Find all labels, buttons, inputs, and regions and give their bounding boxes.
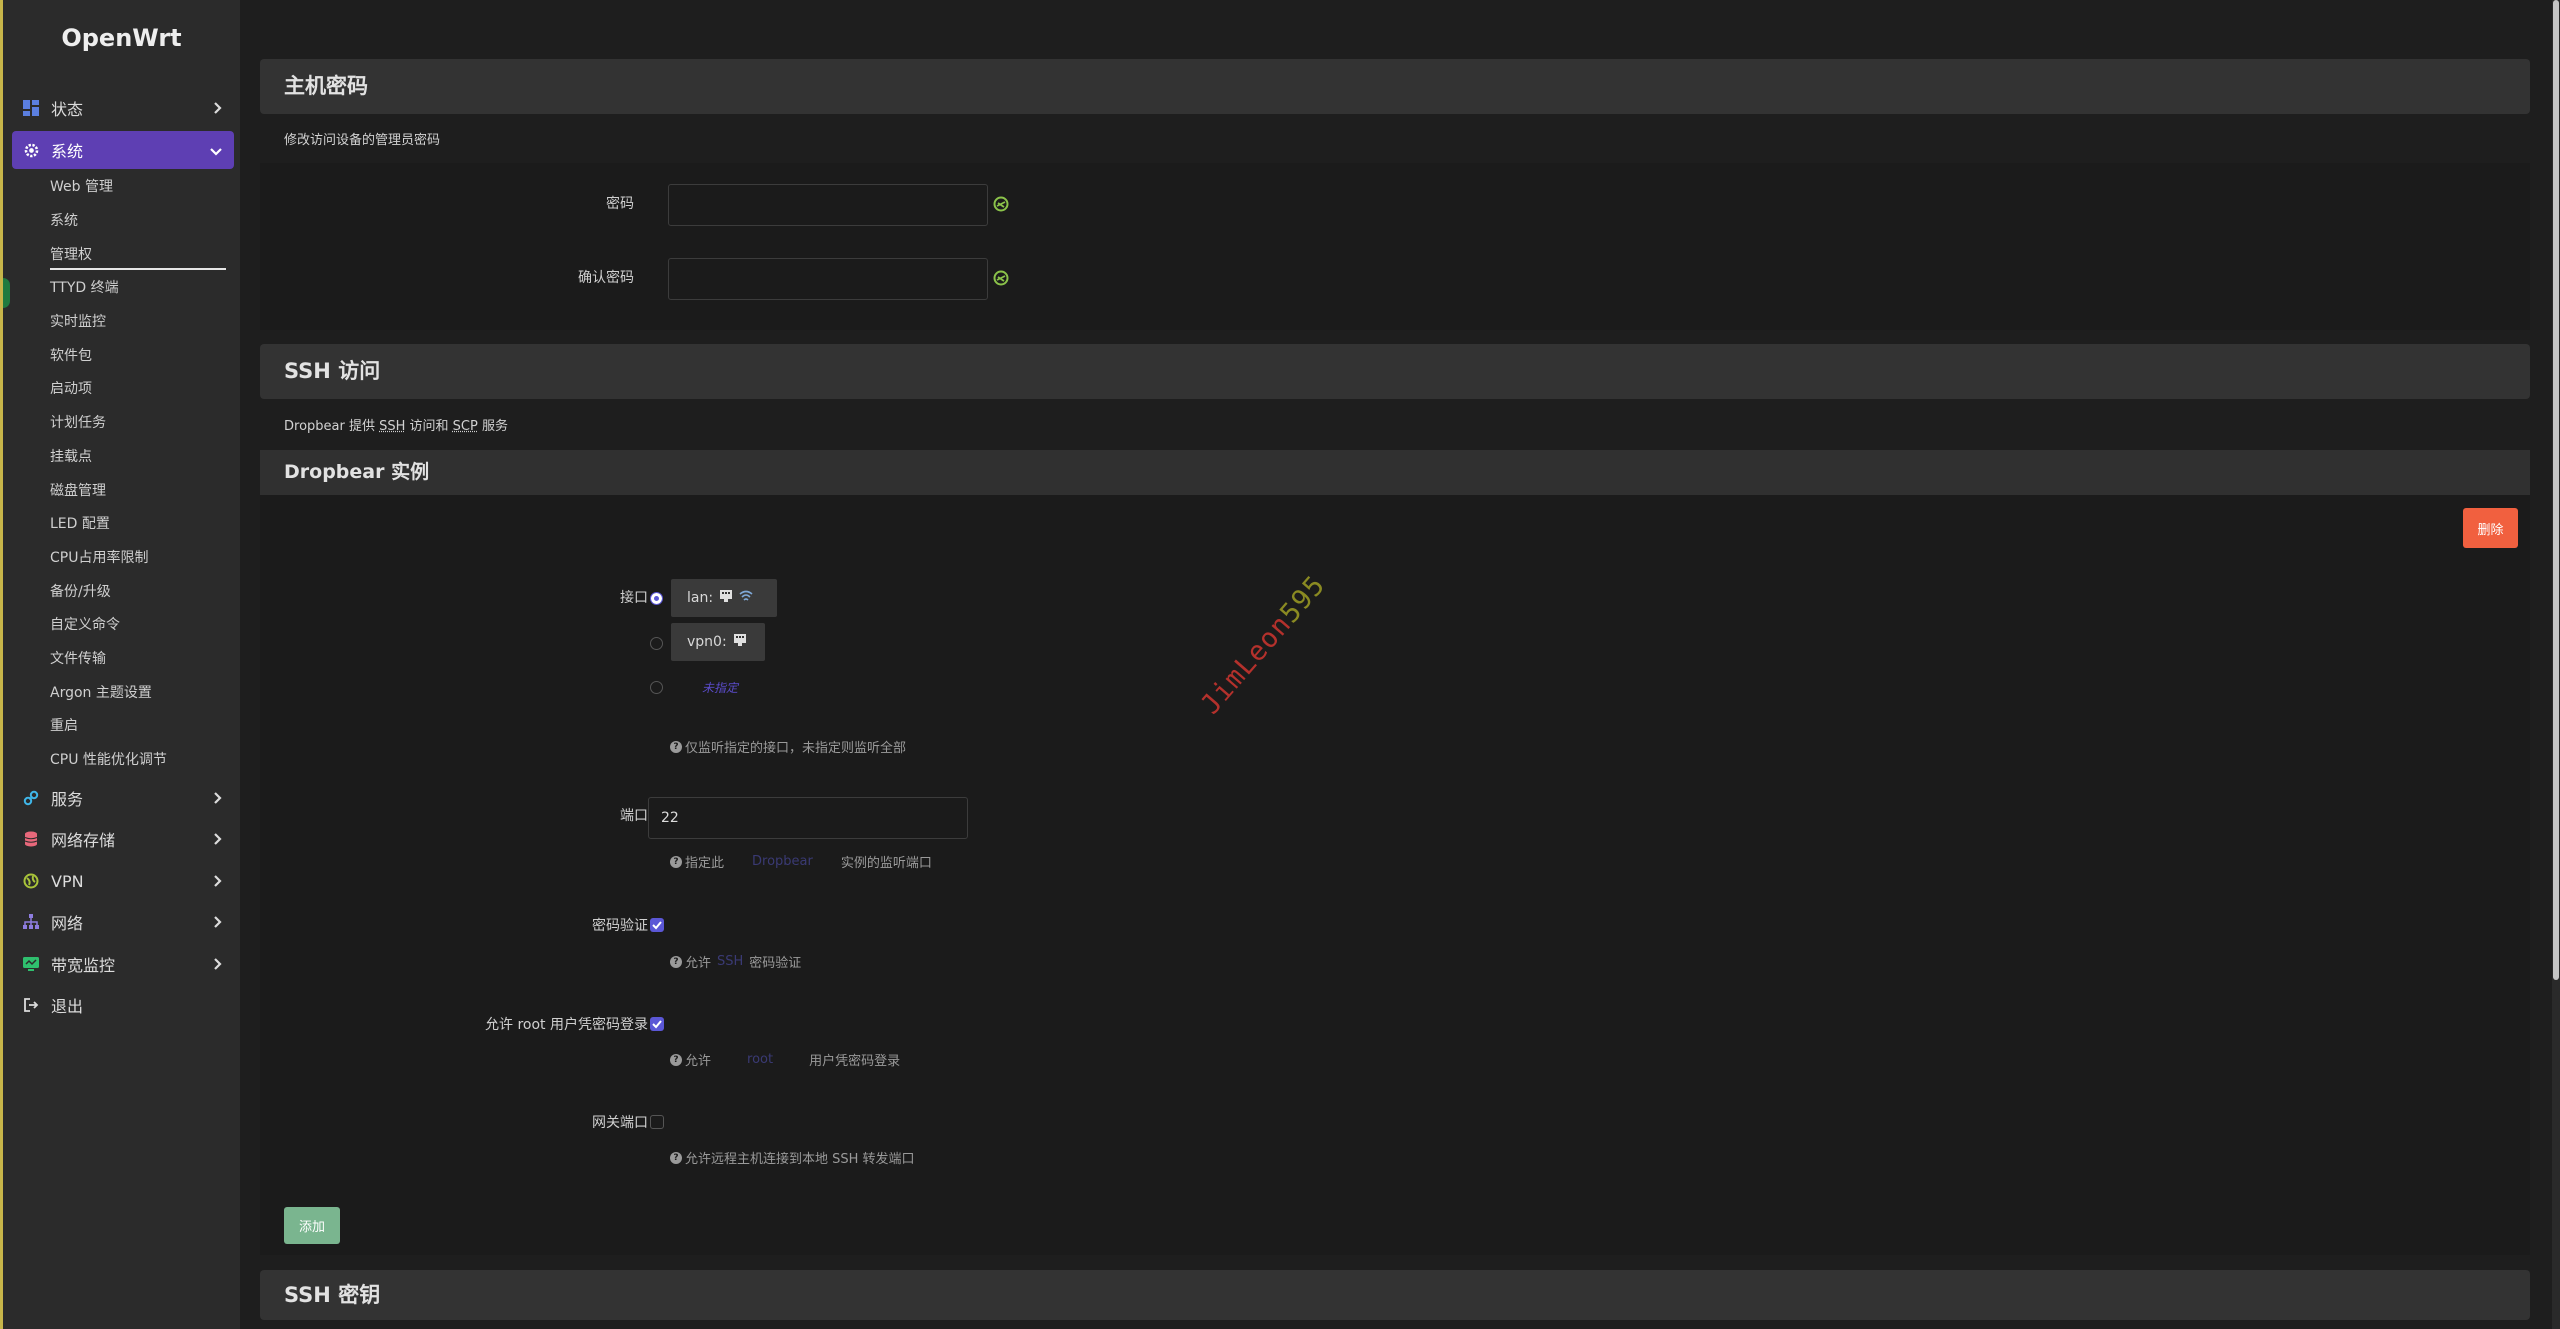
sidebar-subitem-cpufreq[interactable]: CPU 性能优化调节 xyxy=(50,747,226,773)
port-input[interactable] xyxy=(648,797,968,839)
sidebar-subitem-crontab[interactable]: 计划任务 xyxy=(50,410,226,436)
section-title-ssh-access: SSH 访问 xyxy=(260,344,2530,399)
password-auth-label: 密码验证 xyxy=(592,918,648,934)
reveal-confirm-password-icon[interactable] xyxy=(993,270,1009,290)
globe-icon xyxy=(21,873,41,889)
chevron-right-icon xyxy=(213,914,223,933)
gateway-ports-help: ? 允许远程主机连接到本地 SSH 转发端口 xyxy=(670,1148,915,1167)
sidebar-subitem-led[interactable]: LED 配置 xyxy=(50,511,226,537)
root-login-label: 允许 root 用户凭密码登录 xyxy=(485,1017,648,1033)
wifi-icon xyxy=(739,589,753,607)
interface-radio-lan[interactable] xyxy=(650,592,663,605)
gateway-ports-label: 网关端口 xyxy=(592,1115,648,1131)
interface-option-vpn0[interactable]: vpn0: xyxy=(671,623,765,661)
password-auth-help: ? 允许 SSH 密码验证 xyxy=(670,952,801,971)
root-login-help: ? 允许 root 用户凭密码登录 xyxy=(670,1050,900,1069)
delete-button[interactable]: 删除 xyxy=(2463,508,2518,548)
interface-label: 接口 xyxy=(620,590,648,606)
dropbear-instance-title: Dropbear 实例 xyxy=(260,450,2530,495)
dropbear-panel: 删除 接口 lan: vpn0: 未指定 ? 仅监听指定的接口，未指定则监听全部 … xyxy=(260,495,2530,1255)
interface-help: ? 仅监听指定的接口，未指定则监听全部 xyxy=(670,737,906,756)
sidebar-item-label: 带宽监控 xyxy=(51,956,116,975)
section-title-ssh-keys: SSH 密钥 xyxy=(260,1270,2530,1320)
root-login-checkbox[interactable] xyxy=(650,1017,664,1031)
sidebar-toggle-handle[interactable] xyxy=(3,278,10,308)
sidebar-item-status[interactable]: 状态 xyxy=(12,89,234,127)
sidebar-subitem-startup[interactable]: 启动项 xyxy=(50,376,226,402)
chevron-right-icon xyxy=(213,790,223,809)
reveal-password-icon[interactable] xyxy=(993,196,1009,216)
sidebar-item-nas[interactable]: 网络存储 xyxy=(12,820,234,858)
sidebar-item-label: 系统 xyxy=(51,142,84,161)
confirm-password-label: 确认密码 xyxy=(578,270,634,286)
interface-option-unspecified[interactable]: 未指定 xyxy=(702,679,738,696)
section-title-host-password: 主机密码 xyxy=(260,59,2530,114)
database-icon xyxy=(21,831,41,847)
sidebar-subitem-filetransfer[interactable]: 文件传输 xyxy=(50,646,226,672)
logout-icon xyxy=(21,997,41,1013)
sidebar-subitem-packages[interactable]: 软件包 xyxy=(50,343,226,369)
password-label: 密码 xyxy=(606,196,634,212)
section-description: 修改访问设备的管理员密码 xyxy=(284,133,441,148)
dashboard-icon xyxy=(21,100,41,116)
confirm-password-input[interactable] xyxy=(668,258,988,300)
sidebar-item-label: 服务 xyxy=(51,790,84,809)
help-icon: ? xyxy=(670,1151,682,1164)
sidebar-subitem-reboot[interactable]: 重启 xyxy=(50,713,226,739)
password-input[interactable] xyxy=(668,184,988,226)
interface-radio-vpn0[interactable] xyxy=(650,637,663,650)
help-icon: ? xyxy=(670,855,682,868)
app-logo[interactable]: OpenWrt xyxy=(3,24,240,52)
scrollbar-thumb[interactable] xyxy=(2553,0,2559,980)
network-icon xyxy=(21,914,41,930)
chevron-right-icon xyxy=(213,831,223,850)
help-icon: ? xyxy=(670,1053,682,1066)
sidebar-item-network[interactable]: 网络 xyxy=(12,903,234,941)
sidebar-item-label: 状态 xyxy=(51,100,84,119)
gear-icon xyxy=(21,142,41,159)
port-label: 端口 xyxy=(620,808,648,824)
sidebar-item-bandwidth[interactable]: 带宽监控 xyxy=(12,945,234,983)
sidebar-item-label: 退出 xyxy=(51,997,84,1016)
ethernet-port-icon xyxy=(733,633,747,651)
sidebar-item-vpn[interactable]: VPN xyxy=(12,862,234,900)
sidebar-item-logout[interactable]: 退出 xyxy=(12,986,234,1024)
chevron-right-icon xyxy=(213,100,223,119)
sidebar-subitem-system[interactable]: 系统 xyxy=(50,208,226,234)
chevron-right-icon xyxy=(213,873,223,892)
sidebar-subitem-argon[interactable]: Argon 主题设置 xyxy=(50,680,226,706)
sidebar-subitem-monitor[interactable]: 实时监控 xyxy=(50,309,226,335)
help-icon: ? xyxy=(670,740,682,753)
sidebar-item-label: VPN xyxy=(51,871,84,891)
password-auth-checkbox[interactable] xyxy=(650,918,664,932)
sidebar-item-services[interactable]: 服务 xyxy=(12,779,234,817)
sidebar-subitem-admin[interactable]: 管理权 xyxy=(50,242,226,270)
help-icon: ? xyxy=(670,955,682,968)
chevron-right-icon xyxy=(213,956,223,975)
interface-radio-unspecified[interactable] xyxy=(650,681,663,694)
port-help: ? 指定此 Dropbear 实例的监听端口 xyxy=(670,852,932,871)
gateway-ports-checkbox[interactable] xyxy=(650,1115,664,1129)
sidebar-item-label: 网络存储 xyxy=(51,831,116,850)
page-scrollbar[interactable] xyxy=(2552,0,2560,1329)
password-panel: 密码 确认密码 xyxy=(260,163,2530,330)
interface-option-lan[interactable]: lan: xyxy=(671,579,777,617)
monitor-icon xyxy=(21,956,41,972)
main-content: 主机密码 修改访问设备的管理员密码 密码 确认密码 SSH 访问 Dropbea… xyxy=(240,0,2552,1329)
sidebar-subitem-ttyd[interactable]: TTYD 终端 xyxy=(50,275,226,301)
sidebar-subitem-backup[interactable]: 备份/升级 xyxy=(50,579,226,605)
sidebar-item-label: 网络 xyxy=(51,914,84,933)
sidebar-subitem-cpulimit[interactable]: CPU占用率限制 xyxy=(50,545,226,571)
sidebar-subitem-mounts[interactable]: 挂载点 xyxy=(50,444,226,470)
add-button[interactable]: 添加 xyxy=(284,1207,340,1244)
sidebar: OpenWrt 状态 系统 Web 管理 系统 管理权 TTYD 终端 实时监控… xyxy=(0,0,240,1329)
sidebar-subitem-disk[interactable]: 磁盘管理 xyxy=(50,478,226,504)
sidebar-subitem-commands[interactable]: 自定义命令 xyxy=(50,612,226,638)
chevron-down-icon xyxy=(209,142,223,161)
sidebar-item-system[interactable]: 系统 xyxy=(12,131,234,169)
ethernet-port-icon xyxy=(719,589,733,607)
sidebar-subitem-web-admin[interactable]: Web 管理 xyxy=(50,174,226,200)
link-icon xyxy=(21,790,41,806)
ssh-description: Dropbear 提供 SSH 访问和 SCP 服务 xyxy=(284,419,508,434)
